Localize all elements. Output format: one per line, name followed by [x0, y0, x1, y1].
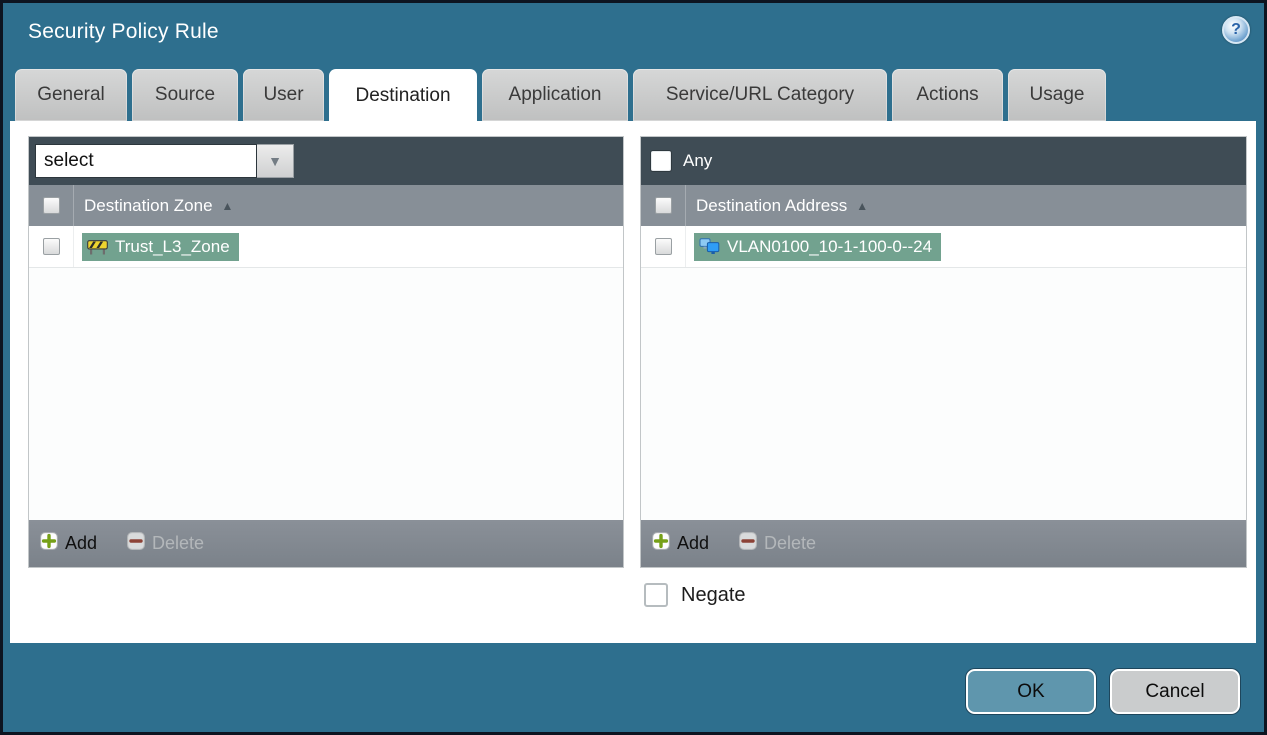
delete-icon [739, 532, 757, 555]
add-button[interactable]: Add [40, 532, 97, 555]
address-column-label: Destination Address [696, 195, 848, 215]
zone-table-body: Trust_L3_Zone [29, 226, 623, 520]
negate-checkbox[interactable] [644, 583, 668, 607]
tab-general[interactable]: General [15, 69, 127, 121]
zone-item-label: Trust_L3_Zone [115, 236, 230, 256]
table-row: Trust_L3_Zone [29, 226, 623, 268]
destination-zone-panel: ▼ Destination Zone ▲ [28, 136, 624, 568]
tab-actions[interactable]: Actions [892, 69, 1003, 121]
address-row-checkbox[interactable] [654, 238, 672, 255]
add-icon [40, 532, 58, 555]
delete-button[interactable]: Delete [739, 532, 816, 555]
zone-select-input[interactable] [35, 144, 257, 178]
dialog-title: Security Policy Rule [28, 20, 219, 43]
any-checkbox[interactable] [651, 151, 671, 171]
negate-option: Negate [644, 583, 746, 607]
sort-ascending-icon: ▲ [856, 198, 869, 213]
tab-service-url-category[interactable]: Service/URL Category [633, 69, 887, 121]
any-label: Any [683, 151, 713, 170]
tab-bar: General Source User Destination Applicat… [15, 69, 1111, 123]
tab-source[interactable]: Source [132, 69, 238, 121]
sort-ascending-icon: ▲ [221, 198, 234, 213]
cancel-button[interactable]: Cancel [1110, 669, 1240, 714]
chevron-down-icon: ▼ [268, 153, 282, 169]
address-icon [699, 238, 720, 255]
table-row: VLAN0100_10-1-100-0--24 [641, 226, 1246, 268]
tab-destination[interactable]: Destination [329, 69, 477, 123]
tab-application[interactable]: Application [482, 69, 628, 121]
zone-select-combo: ▼ [35, 144, 294, 178]
zone-select-bar: ▼ [29, 137, 623, 185]
address-panel-footer: Add Delete [641, 520, 1246, 567]
delete-icon [127, 532, 145, 555]
address-item[interactable]: VLAN0100_10-1-100-0--24 [694, 232, 942, 261]
address-table-body: VLAN0100_10-1-100-0--24 [641, 226, 1246, 520]
negate-label: Negate [681, 583, 746, 606]
add-button-label: Add [65, 533, 98, 553]
delete-button-label: Delete [152, 533, 205, 553]
zone-table-header: Destination Zone ▲ [29, 185, 623, 226]
address-table-header: Destination Address ▲ [641, 185, 1246, 226]
address-item-label: VLAN0100_10-1-100-0--24 [727, 236, 933, 256]
address-column-header[interactable]: Destination Address ▲ [696, 196, 868, 216]
add-button-label: Add [677, 533, 710, 553]
add-icon [652, 532, 670, 555]
zone-panel-footer: Add Delete [29, 520, 623, 567]
security-policy-rule-dialog: Security Policy Rule ? General Source Us… [0, 0, 1267, 735]
any-bar: Any [641, 137, 1246, 185]
help-icon[interactable]: ? [1222, 16, 1250, 44]
destination-tab-content: ▼ Destination Zone ▲ [10, 121, 1256, 643]
zone-row-checkbox[interactable] [42, 238, 60, 255]
zone-item[interactable]: Trust_L3_Zone [82, 232, 239, 261]
address-select-all-checkbox[interactable] [654, 197, 672, 214]
zone-column-label: Destination Zone [84, 195, 213, 215]
ok-button[interactable]: OK [966, 669, 1096, 714]
zone-column-header[interactable]: Destination Zone ▲ [84, 196, 233, 216]
tab-user[interactable]: User [243, 69, 324, 121]
delete-button-label: Delete [764, 533, 817, 553]
add-button[interactable]: Add [652, 532, 709, 555]
destination-address-panel: Any Destination Address ▲ VLAN0100_10-1-… [640, 136, 1247, 568]
tab-usage[interactable]: Usage [1008, 69, 1106, 121]
zone-icon [87, 239, 108, 255]
zone-select-dropdown-button[interactable]: ▼ [257, 144, 294, 178]
zone-select-all-checkbox[interactable] [42, 197, 60, 214]
delete-button[interactable]: Delete [127, 532, 204, 555]
